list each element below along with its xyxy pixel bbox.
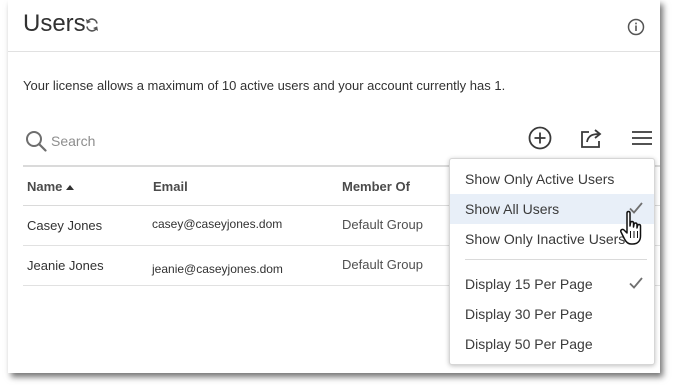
search-icon — [26, 131, 47, 152]
search-box[interactable] — [23, 128, 283, 156]
hamburger-icon[interactable] — [628, 124, 656, 152]
share-icon[interactable] — [578, 124, 606, 152]
page-title: Users — [23, 10, 86, 37]
user-group: Default Group — [342, 257, 423, 272]
checkmark-icon — [629, 202, 643, 214]
menu-item-display-50-per-page[interactable]: Display 50 Per Page — [450, 329, 654, 359]
header: Users — [8, 0, 660, 52]
menu-item-label: Show Only Active Users — [465, 171, 615, 187]
info-icon[interactable] — [627, 18, 645, 36]
license-text: Your license allows a maximum of 10 acti… — [23, 78, 506, 93]
column-header-name[interactable]: Name — [27, 179, 75, 194]
menu-item-show-all-users[interactable]: Show All Users — [450, 194, 654, 224]
menu-item-display-30-per-page[interactable]: Display 30 Per Page — [450, 299, 654, 329]
column-header-member-of[interactable]: Member Of — [342, 179, 410, 194]
column-header-name-label: Name — [27, 179, 63, 194]
user-name: Jeanie Jones — [27, 258, 104, 273]
column-header-email[interactable]: Email — [153, 179, 188, 194]
menu-item-show-only-active-users[interactable]: Show Only Active Users — [450, 164, 654, 194]
menu-item-show-only-inactive-users[interactable]: Show Only Inactive Users — [450, 224, 654, 254]
menu-item-label: Display 50 Per Page — [465, 336, 593, 352]
menu-item-display-15-per-page[interactable]: Display 15 Per Page — [450, 269, 654, 299]
sort-ascending-icon — [66, 185, 75, 191]
user-email: jeanie@caseyjones.dom — [152, 262, 283, 276]
checkmark-icon — [629, 277, 643, 289]
menu-item-label: Show All Users — [465, 201, 560, 217]
search-input[interactable] — [51, 128, 271, 154]
user-group: Default Group — [342, 217, 423, 232]
menu-item-label: Display 30 Per Page — [465, 306, 593, 322]
plus-circle-icon[interactable] — [526, 124, 554, 152]
user-name: Casey Jones — [27, 218, 103, 233]
menu-item-label: Show Only Inactive Users — [465, 231, 626, 247]
user-email: casey@caseyjones.dom — [152, 217, 283, 231]
users-panel: Users Your license allows a maximum of 1… — [8, 0, 660, 373]
menu-item-label: Display 15 Per Page — [465, 276, 593, 292]
refresh-icon[interactable] — [84, 17, 100, 33]
menu-divider — [465, 259, 647, 260]
options-menu: Show Only Active Users Show All Users Sh… — [449, 158, 655, 365]
